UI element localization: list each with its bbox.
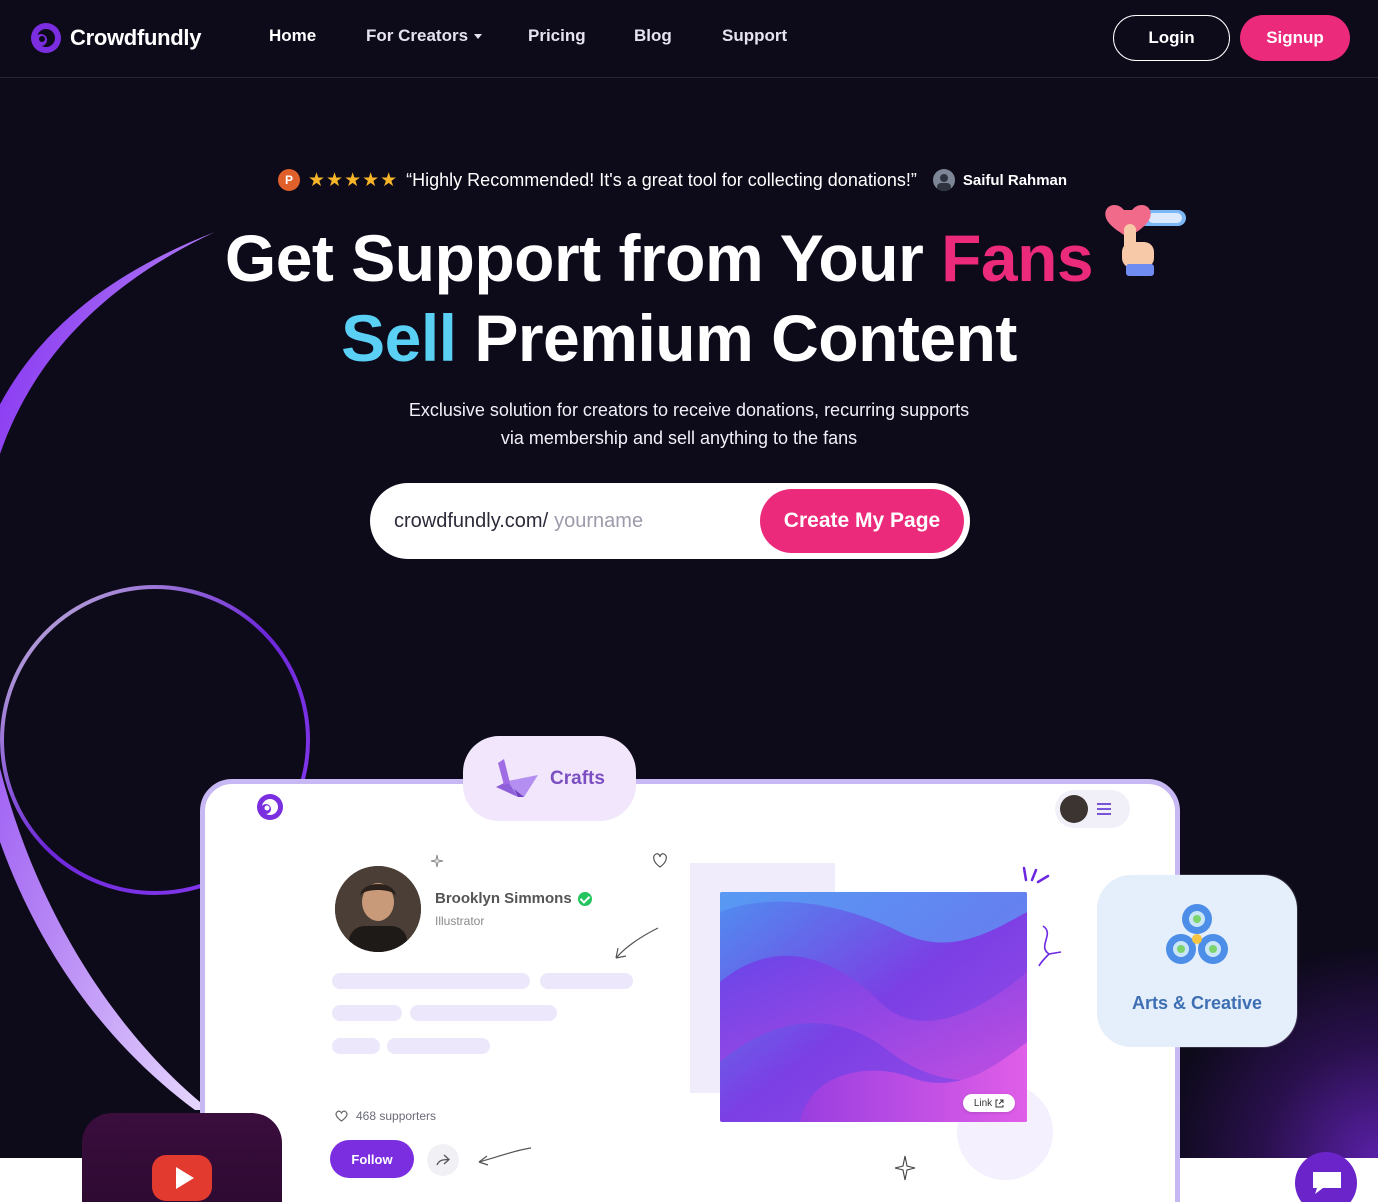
hero-subtitle-line1: Exclusive solution for creators to recei… — [408, 400, 970, 420]
link-chip-label: Link — [973, 1097, 993, 1109]
hero-title-suffix: Premium Content — [474, 301, 1017, 375]
heart-icon — [335, 1110, 348, 1122]
sparkle-icon — [430, 854, 444, 868]
arts-creative-icon — [1166, 904, 1228, 964]
producthunt-badge: P — [278, 169, 300, 191]
video-card[interactable] — [82, 1113, 282, 1202]
supporters-count: 468 supporters — [335, 1109, 436, 1123]
hero-subtitle: Exclusive solution for creators to recei… — [0, 396, 1378, 452]
verified-icon — [577, 892, 592, 907]
crafts-label: Crafts — [550, 767, 605, 789]
signup-button[interactable]: Signup — [1240, 15, 1350, 61]
arrow-doodle-icon — [615, 927, 659, 959]
top-nav: Crowdfundly Home For Creators Pricing Bl… — [0, 0, 1378, 78]
reviewer-avatar — [932, 169, 955, 191]
username-input[interactable] — [554, 509, 725, 533]
supporters-text: 468 supporters — [356, 1109, 437, 1123]
create-my-page-button[interactable]: Create My Page — [760, 489, 964, 553]
crowdfundly-logo-icon — [257, 794, 283, 820]
heart-doodle-icon — [653, 853, 667, 868]
hero-title-sell: Sell — [341, 301, 457, 375]
nav-pricing[interactable]: Pricing — [528, 26, 586, 46]
placeholder-bar — [410, 1005, 557, 1021]
profile-avatar — [335, 866, 421, 952]
review-quote: “Highly Recommended! It's a great tool f… — [406, 169, 917, 190]
page-url-form: crowdfundly.com/ Create My Page — [370, 483, 970, 559]
hero-subtitle-line2: via membership and sell anything to the … — [500, 428, 858, 448]
sparkle-lines-icon — [1022, 866, 1050, 884]
placeholder-bar — [332, 1005, 402, 1021]
review-strip: P ★★★★★ “Highly Recommended! It's a grea… — [278, 168, 1067, 192]
crowdfundly-logo-icon — [31, 23, 61, 53]
share-icon — [436, 1154, 450, 1166]
placeholder-bar — [540, 973, 633, 989]
squiggle-icon — [1038, 925, 1062, 967]
menu-icon — [1097, 803, 1111, 818]
hero-title-line2: Sell Premium Content — [0, 300, 1368, 376]
login-button[interactable]: Login — [1113, 15, 1230, 61]
follow-button[interactable]: Follow — [330, 1140, 414, 1178]
nav-home[interactable]: Home — [269, 26, 316, 46]
category-chip-arts[interactable]: Arts & Creative — [1097, 875, 1297, 1047]
external-link-icon — [995, 1099, 1004, 1107]
placeholder-bar — [332, 1038, 380, 1054]
brand-name: Crowdfundly — [70, 25, 202, 50]
hero-title-prefix: Get Support from Your — [224, 221, 924, 295]
external-link-chip[interactable]: Link — [963, 1094, 1015, 1112]
featured-artwork — [720, 892, 1027, 1122]
chat-icon — [1313, 1172, 1341, 1194]
profile-name-text: Brooklyn Simmons — [435, 890, 572, 907]
chevron-down-icon — [474, 34, 483, 40]
profile-preview-card: Brooklyn Simmons Illustrator 468 support… — [200, 779, 1180, 1202]
logo[interactable]: Crowdfundly — [28, 20, 201, 56]
user-menu[interactable] — [1055, 790, 1130, 828]
heart-tap-icon — [1105, 204, 1186, 276]
nav-blog[interactable]: Blog — [634, 26, 672, 46]
arrow-doodle-icon — [478, 1147, 532, 1166]
origami-swan-icon — [496, 758, 539, 797]
profile-role: Illustrator — [435, 914, 485, 928]
nav-for-creators[interactable]: For Creators — [366, 26, 483, 46]
avatar — [1060, 795, 1088, 823]
share-button[interactable] — [427, 1144, 459, 1176]
placeholder-bar — [387, 1038, 490, 1054]
hero-title-fans: Fans — [941, 221, 1094, 295]
category-chip-crafts[interactable]: Crafts — [463, 736, 636, 821]
reviewer-name: Saiful Rahman — [962, 171, 1068, 189]
nav-for-creators-label: For Creators — [366, 26, 469, 45]
url-prefix: crowdfundly.com/ — [394, 509, 549, 532]
sparkle-icon — [894, 1155, 916, 1181]
placeholder-bar — [332, 973, 530, 989]
profile-name: Brooklyn Simmons — [435, 890, 592, 907]
arts-label: Arts & Creative — [1131, 993, 1263, 1013]
play-video-icon — [152, 1155, 212, 1201]
nav-support[interactable]: Support — [722, 26, 787, 46]
star-rating: ★★★★★ — [308, 169, 399, 191]
